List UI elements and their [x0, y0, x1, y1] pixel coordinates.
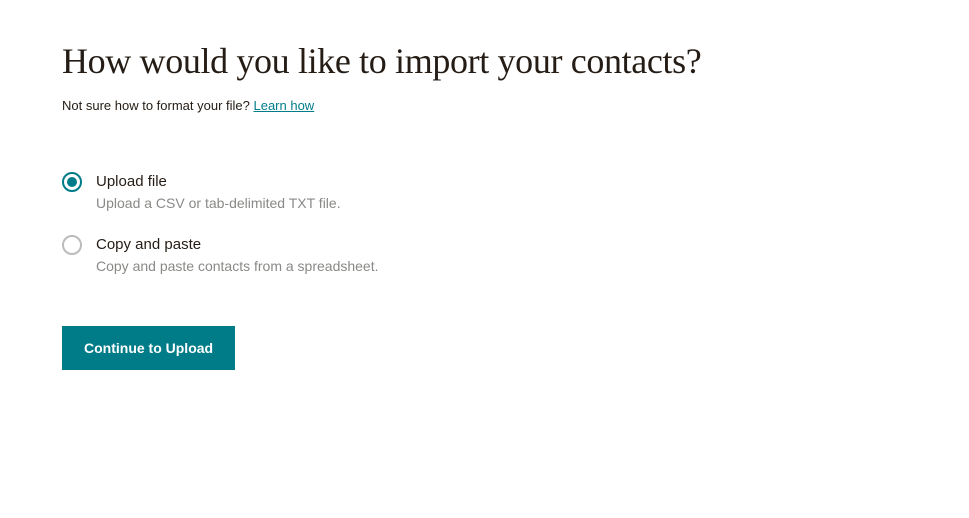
- option-copy-paste-desc: Copy and paste contacts from a spreadshe…: [96, 257, 379, 277]
- option-copy-paste-texts: Copy and paste Copy and paste contacts f…: [96, 234, 379, 277]
- option-upload-file-title: Upload file: [96, 171, 341, 192]
- format-help-text: Not sure how to format your file?: [62, 98, 253, 113]
- option-upload-file[interactable]: Upload file Upload a CSV or tab-delimite…: [62, 171, 969, 214]
- format-help-row: Not sure how to format your file? Learn …: [62, 98, 969, 113]
- learn-how-link[interactable]: Learn how: [253, 98, 314, 113]
- page-title: How would you like to import your contac…: [62, 40, 969, 82]
- option-copy-paste-title: Copy and paste: [96, 234, 379, 255]
- option-upload-file-texts: Upload file Upload a CSV or tab-delimite…: [96, 171, 341, 214]
- radio-upload-file[interactable]: [62, 172, 82, 192]
- import-options: Upload file Upload a CSV or tab-delimite…: [62, 171, 969, 276]
- option-upload-file-desc: Upload a CSV or tab-delimited TXT file.: [96, 194, 341, 214]
- continue-button[interactable]: Continue to Upload: [62, 326, 235, 370]
- option-copy-paste[interactable]: Copy and paste Copy and paste contacts f…: [62, 234, 969, 277]
- radio-copy-paste[interactable]: [62, 235, 82, 255]
